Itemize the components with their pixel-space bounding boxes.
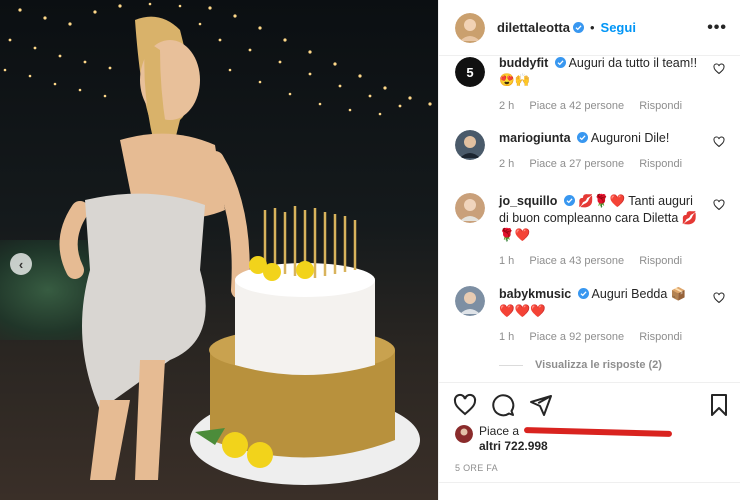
view-replies-label: Visualizza le risposte (2) xyxy=(535,359,662,371)
birthday-cake xyxy=(190,206,420,485)
reply-button[interactable]: Rispondi xyxy=(639,255,682,267)
verified-icon xyxy=(563,195,575,206)
commenter-avatar[interactable] xyxy=(455,286,485,316)
likes-summary: Piace a altri 722.998 xyxy=(455,424,729,454)
comment-text: Auguroni Dile! xyxy=(590,131,670,145)
likes-prefix: Piace a xyxy=(479,424,520,438)
comment-time: 2 h xyxy=(499,158,515,170)
comment-body: babykmusic Auguri Bedda 📦 ❤️❤️❤️ 1 h Pia… xyxy=(499,286,705,346)
view-replies-button[interactable]: Visualizza le risposte (2) xyxy=(499,359,662,371)
comment-body: mariogiunta Auguroni Dile! 2 h Piace a 2… xyxy=(499,130,705,173)
comment-time: 1 h xyxy=(499,255,515,267)
replies-divider xyxy=(499,364,523,366)
post-photo: ‹ xyxy=(0,0,438,500)
commenter-avatar[interactable]: 5 xyxy=(455,57,485,87)
follow-button[interactable]: Segui xyxy=(601,20,636,35)
like-comment-icon[interactable] xyxy=(713,292,725,304)
more-options-button[interactable]: ••• xyxy=(707,19,727,37)
post-timestamp[interactable]: 5 ORE FA xyxy=(455,463,498,473)
author-username[interactable]: dilettaleotta xyxy=(497,20,570,35)
header-separator: • xyxy=(589,20,595,35)
verified-icon xyxy=(572,22,584,33)
like-comment-icon[interactable] xyxy=(713,63,725,75)
reply-button[interactable]: Rispondi xyxy=(639,158,682,170)
chevron-left-icon: ‹ xyxy=(18,256,24,272)
comment-username[interactable]: buddyfit xyxy=(499,57,548,70)
commenter-avatar[interactable] xyxy=(455,193,485,223)
comment-username[interactable]: jo_squillo xyxy=(499,194,557,208)
likes-text[interactable]: Piace a altri 722.998 xyxy=(479,424,729,454)
likes-count[interactable]: altri 722.998 xyxy=(479,439,548,453)
comment-time: 2 h xyxy=(499,100,515,112)
comment-time: 1 h xyxy=(499,331,515,343)
comment-likes-link[interactable]: Piace a 42 persone xyxy=(529,100,624,112)
verified-icon xyxy=(577,132,589,143)
verified-icon xyxy=(577,288,589,299)
comment-body: buddyfit Auguri da tutto il team!! 😍🙌 2 … xyxy=(499,57,705,115)
comment-body: jo_squillo 💋🌹❤️ Tanti auguri di buon com… xyxy=(499,193,705,270)
divider xyxy=(439,482,740,483)
like-comment-icon[interactable] xyxy=(713,136,725,148)
reply-button[interactable]: Rispondi xyxy=(639,331,682,343)
comment-meta: 1 h Piace a 43 persone Rispondi xyxy=(499,253,705,270)
svg-text:5: 5 xyxy=(466,65,473,80)
post-panel: dilettaleotta • Segui ••• 5 buddyfit Aug… xyxy=(438,0,740,500)
verified-icon xyxy=(554,57,566,68)
comment-meta: 2 h Piace a 27 persone Rispondi xyxy=(499,156,705,173)
redaction-mark xyxy=(524,426,673,437)
reply-button[interactable]: Rispondi xyxy=(639,100,682,112)
commenter-avatar[interactable] xyxy=(455,130,485,160)
comment-icon[interactable] xyxy=(491,393,515,417)
post-header: dilettaleotta • Segui ••• xyxy=(439,0,740,56)
heart-icon[interactable] xyxy=(453,393,477,417)
liker-avatar[interactable] xyxy=(455,425,473,443)
author-avatar[interactable] xyxy=(455,12,485,43)
comment-username[interactable]: mariogiunta xyxy=(499,131,571,145)
comment-meta: 2 h Piace a 42 persone Rispondi xyxy=(499,98,705,115)
bookmark-icon[interactable] xyxy=(707,393,731,417)
previous-image-button[interactable]: ‹ xyxy=(10,253,32,275)
comment-meta: 1 h Piace a 92 persone Rispondi xyxy=(499,329,705,346)
comment-likes-link[interactable]: Piace a 27 persone xyxy=(529,158,624,170)
comment-username[interactable]: babykmusic xyxy=(499,287,571,301)
comment-likes-link[interactable]: Piace a 43 persone xyxy=(529,255,624,267)
share-icon[interactable] xyxy=(529,393,553,417)
comments-list: 5 buddyfit Auguri da tutto il team!! 😍🙌 … xyxy=(439,57,740,382)
like-comment-icon[interactable] xyxy=(713,199,725,211)
action-bar xyxy=(453,393,553,417)
comment-likes-link[interactable]: Piace a 92 persone xyxy=(529,331,624,343)
post-actions-area: Piace a altri 722.998 5 ORE FA xyxy=(439,382,740,500)
